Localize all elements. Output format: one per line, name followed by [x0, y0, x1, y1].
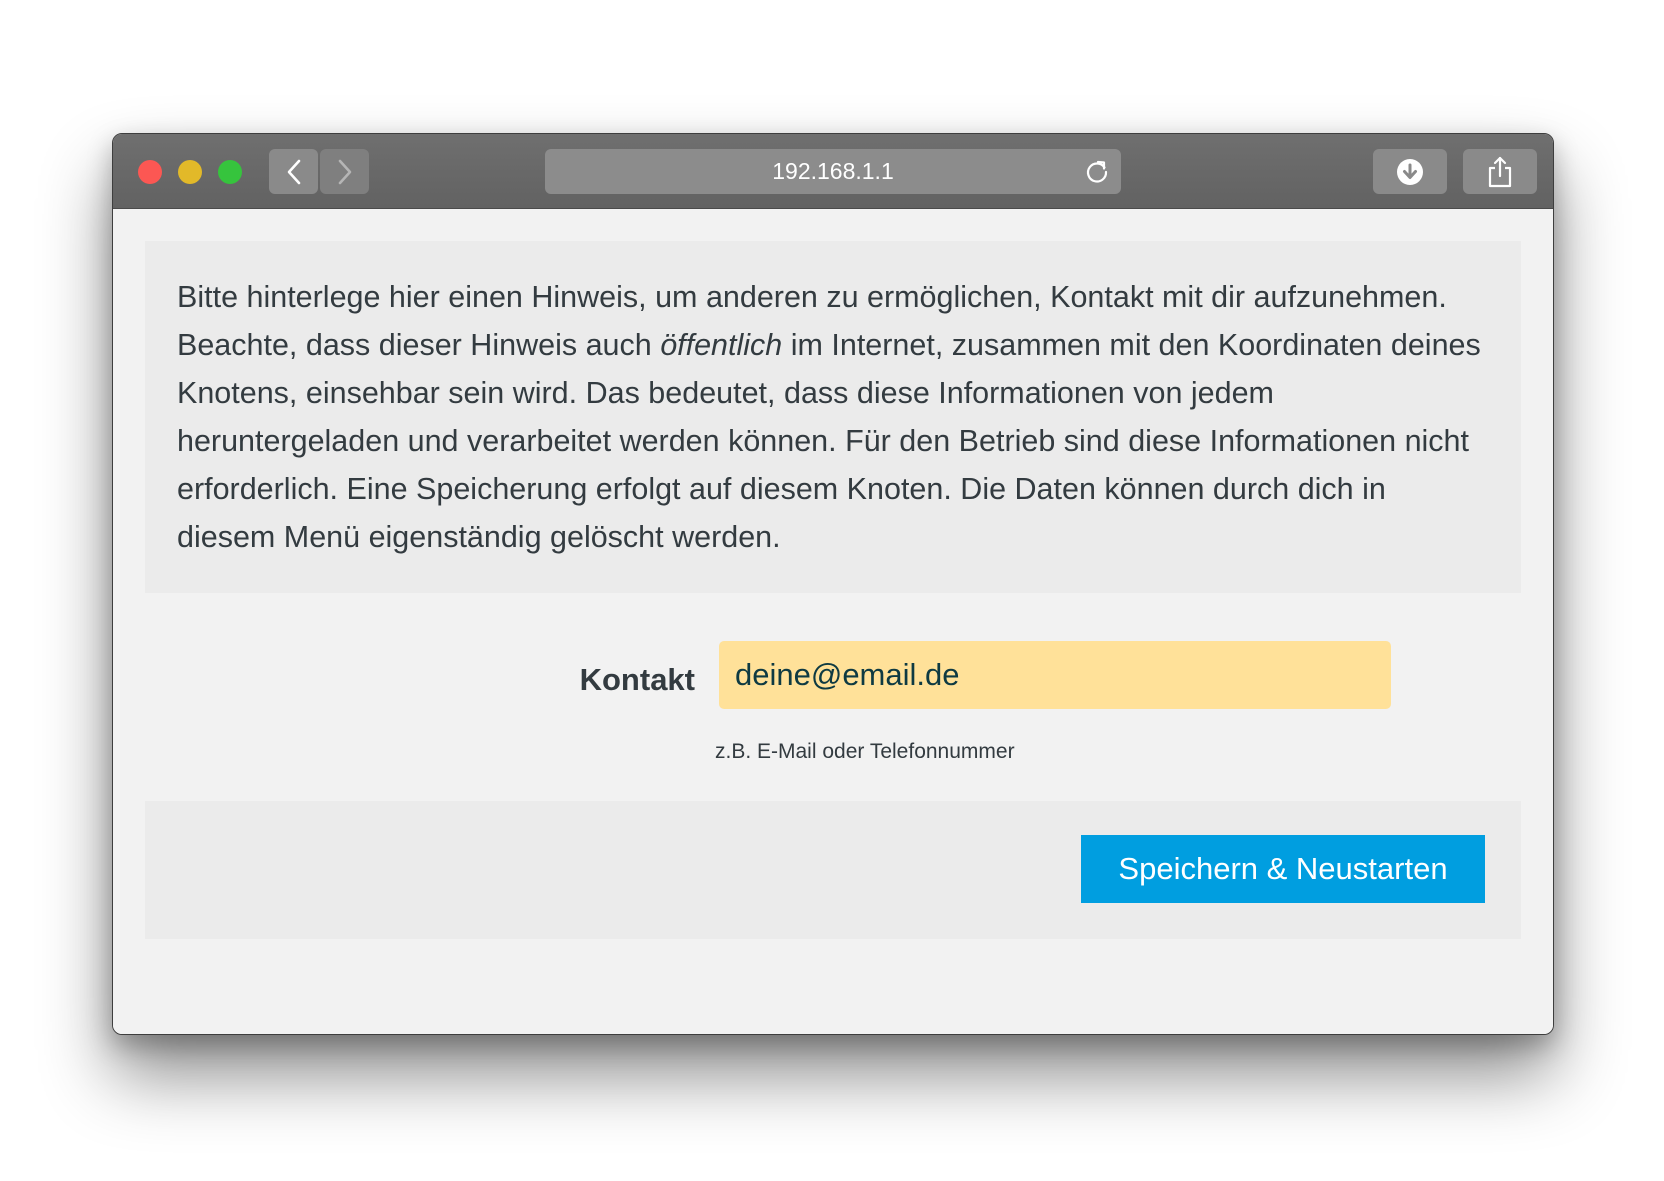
browser-window: 192.168.1.1 Bitte hinterlege hier einen … [112, 133, 1554, 1035]
url-text: 192.168.1.1 [772, 158, 894, 184]
back-button[interactable] [269, 149, 318, 194]
maximize-window-button[interactable] [218, 160, 242, 184]
form-actions: Speichern & Neustarten [145, 801, 1521, 939]
page-content: Bitte hinterlege hier einen Hinweis, um … [113, 209, 1553, 1034]
notice-emphasis: öffentlich [660, 328, 783, 362]
forward-button[interactable] [320, 149, 369, 194]
reload-icon [1086, 160, 1108, 183]
download-icon [1397, 158, 1423, 185]
browser-toolbar: 192.168.1.1 [113, 134, 1553, 209]
chevron-left-icon [287, 159, 300, 184]
contact-hint: z.B. E-Mail oder Telefonnummer [715, 740, 1015, 763]
share-icon [1488, 156, 1512, 187]
chevron-right-icon [338, 159, 351, 184]
close-window-button[interactable] [138, 160, 162, 184]
privacy-notice: Bitte hinterlege hier einen Hinweis, um … [145, 241, 1521, 593]
contact-input[interactable] [719, 641, 1391, 709]
share-button[interactable] [1463, 149, 1537, 194]
minimize-window-button[interactable] [178, 160, 202, 184]
notice-text: Bitte hinterlege hier einen Hinweis, um … [177, 273, 1489, 561]
contact-label: Kontakt [579, 662, 695, 697]
save-restart-button[interactable]: Speichern & Neustarten [1081, 835, 1485, 903]
address-bar[interactable]: 192.168.1.1 [545, 149, 1121, 194]
downloads-button[interactable] [1373, 149, 1447, 194]
reload-button[interactable] [1083, 158, 1111, 186]
